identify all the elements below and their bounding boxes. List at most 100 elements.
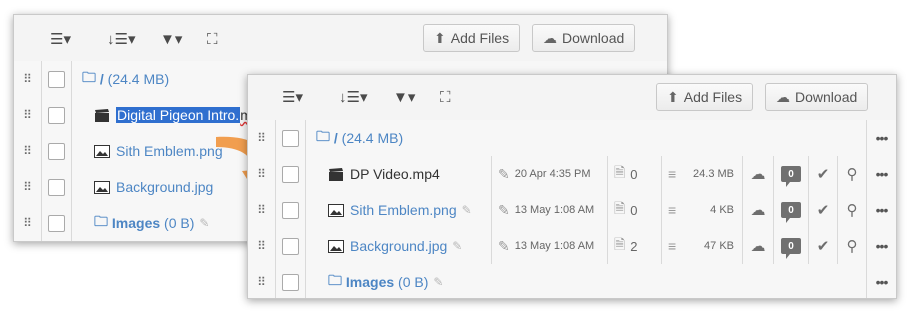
add-files-button[interactable]: ⬆ Add Files — [656, 83, 754, 111]
folder-icon: 🗀 — [94, 213, 108, 229]
file-size: 24.3 MB — [693, 168, 734, 180]
image-icon — [328, 203, 344, 217]
file-name[interactable]: Background.jpg — [350, 238, 447, 254]
drag-handle-icon[interactable]: ⠿ — [14, 133, 42, 169]
drag-handle-icon[interactable]: ⠿ — [14, 169, 42, 205]
row-checkbox[interactable] — [282, 273, 299, 291]
toolbar: ☰▾ ↓☰▾ ▼▾ ⛶ ⬆ Add Files ☁ Download — [14, 15, 667, 66]
file-name[interactable]: DP Video.mp4 — [350, 166, 440, 182]
approve-check-icon[interactable]: ✔ — [809, 156, 838, 192]
drag-handle-icon[interactable]: ⠿ — [248, 264, 276, 298]
subfolder-name[interactable]: Images — [346, 274, 394, 290]
list-view-icon[interactable]: ☰▾ — [50, 29, 71, 49]
more-options-icon[interactable]: ••• — [867, 264, 896, 298]
sort-icon[interactable]: ↓☰▾ — [107, 29, 135, 49]
row-checkbox[interactable] — [48, 214, 65, 232]
file-name[interactable]: Sith Emblem.png — [116, 143, 223, 159]
approve-check-icon[interactable]: ✔ — [809, 192, 838, 228]
edit-icon[interactable]: ✎ — [433, 275, 443, 289]
cloud-download-icon: ☁ — [776, 88, 790, 105]
more-options-icon[interactable]: ••• — [867, 228, 896, 264]
cloud-download-icon[interactable]: ☁ — [743, 156, 774, 192]
drag-handle-icon[interactable]: ⠿ — [248, 228, 276, 264]
filter-icon[interactable]: ▼▾ — [160, 29, 182, 49]
sort-icon[interactable]: ↓☰▾ — [339, 87, 367, 107]
more-options-icon[interactable]: ••• — [867, 156, 896, 192]
more-options-icon[interactable]: ••• — [867, 120, 896, 156]
folder-size: (24.4 MB) — [341, 130, 404, 146]
row-checkbox[interactable] — [48, 106, 65, 124]
subfolder-size: (0 B) — [398, 274, 429, 290]
image-icon — [94, 144, 110, 158]
cloud-download-icon: ☁ — [543, 29, 557, 46]
search-preview-icon[interactable]: ⚲ — [838, 228, 867, 264]
file-row[interactable]: ⠿ Sith Emblem.png ✎ ✎ 13 May 1:08 AM 🗎 0 ≡… — [248, 192, 896, 229]
row-checkbox[interactable] — [48, 142, 65, 160]
drag-handle-icon[interactable]: ⠿ — [14, 205, 42, 241]
file-date: 13 May 1:08 AM — [514, 204, 595, 216]
row-checkbox[interactable] — [282, 237, 299, 255]
row-checkbox[interactable] — [282, 129, 299, 147]
comment-count-icon[interactable]: 0 — [781, 238, 801, 259]
drag-handle-icon[interactable]: ⠿ — [14, 61, 42, 97]
video-clapper-icon — [95, 108, 109, 122]
file-name[interactable]: Sith Emblem.png — [350, 202, 457, 218]
filter-icon[interactable]: ▼▾ — [393, 87, 415, 107]
cloud-download-icon[interactable]: ☁ — [743, 228, 774, 264]
folder-icon: 🗀 — [82, 69, 96, 85]
file-date: 13 May 1:08 AM — [514, 240, 595, 252]
add-files-button[interactable]: ⬆ Add Files — [423, 24, 521, 52]
folder-name[interactable]: / — [100, 71, 104, 87]
download-count: 0 — [630, 166, 638, 182]
download-count-icon: 🗎 — [614, 200, 626, 216]
download-count-icon: 🗎 — [614, 164, 626, 180]
file-size: 4 KB — [710, 204, 734, 216]
toolbar: ☰▾ ↓☰▾ ▼▾ ⛶ ⬆ Add Files ☁ Download — [248, 75, 896, 122]
storage-icon: ≡ — [668, 166, 677, 182]
edit-date-icon: ✎ — [498, 237, 510, 254]
file-date: 20 Apr 4:35 PM — [514, 168, 591, 180]
comment-count-icon[interactable]: 0 — [781, 166, 801, 187]
edit-icon[interactable]: ✎ — [452, 239, 462, 253]
search-preview-icon[interactable]: ⚲ — [838, 192, 867, 228]
folder-icon: 🗀 — [328, 272, 342, 288]
more-options-icon[interactable]: ••• — [867, 192, 896, 228]
drag-handle-icon[interactable]: ⠿ — [248, 156, 276, 192]
subfolder-row[interactable]: ⠿ 🗀 Images (0 B) ✎ ••• — [248, 264, 896, 298]
subfolder-name[interactable]: Images — [112, 215, 160, 231]
file-row[interactable]: ⠿ Background.jpg ✎ ✎ 13 May 1:08 AM 🗎 2 ≡ 4… — [248, 228, 896, 265]
row-checkbox[interactable] — [282, 201, 299, 219]
edit-icon[interactable]: ✎ — [199, 216, 209, 230]
edit-date-icon: ✎ — [498, 201, 510, 218]
approve-check-icon[interactable]: ✔ — [809, 228, 838, 264]
subfolder-size: (0 B) — [164, 215, 195, 231]
drag-handle-icon[interactable]: ⠿ — [14, 97, 42, 133]
download-button[interactable]: ☁ Download — [765, 83, 869, 111]
row-checkbox[interactable] — [48, 178, 65, 196]
list-view-icon[interactable]: ☰▾ — [282, 87, 303, 107]
comment-count-icon[interactable]: 0 — [781, 202, 801, 223]
storage-icon: ≡ — [668, 238, 677, 254]
storage-icon: ≡ — [668, 202, 677, 218]
cloud-download-icon[interactable]: ☁ — [743, 192, 774, 228]
file-name-input[interactable]: Digital Pigeon Intro. — [116, 107, 241, 123]
file-row[interactable]: ⠿ DP Video.mp4 ✎ 20 Apr 4:35 PM 🗎 0 ≡ 24.3 … — [248, 156, 896, 193]
fullscreen-icon[interactable]: ⛶ — [207, 29, 218, 49]
download-count: 2 — [630, 238, 638, 254]
file-size: 47 KB — [704, 240, 734, 252]
row-checkbox[interactable] — [48, 70, 65, 88]
fullscreen-icon[interactable]: ⛶ — [440, 87, 451, 107]
folder-row[interactable]: ⠿ 🗀 / (24.4 MB) ••• — [248, 120, 896, 157]
drag-handle-icon[interactable]: ⠿ — [248, 120, 276, 156]
download-count: 0 — [630, 202, 638, 218]
folder-name[interactable]: / — [334, 130, 338, 146]
file-name[interactable]: Background.jpg — [116, 179, 213, 195]
search-preview-icon[interactable]: ⚲ — [838, 156, 867, 192]
front-file-browser: ☰▾ ↓☰▾ ▼▾ ⛶ ⬆ Add Files ☁ Download ⠿ 🗀 /… — [247, 74, 897, 299]
download-button[interactable]: ☁ Download — [532, 24, 636, 52]
drag-handle-icon[interactable]: ⠿ — [248, 192, 276, 228]
folder-icon: 🗀 — [316, 128, 330, 144]
image-icon — [94, 180, 110, 194]
row-checkbox[interactable] — [282, 165, 299, 183]
edit-icon[interactable]: ✎ — [462, 203, 472, 217]
